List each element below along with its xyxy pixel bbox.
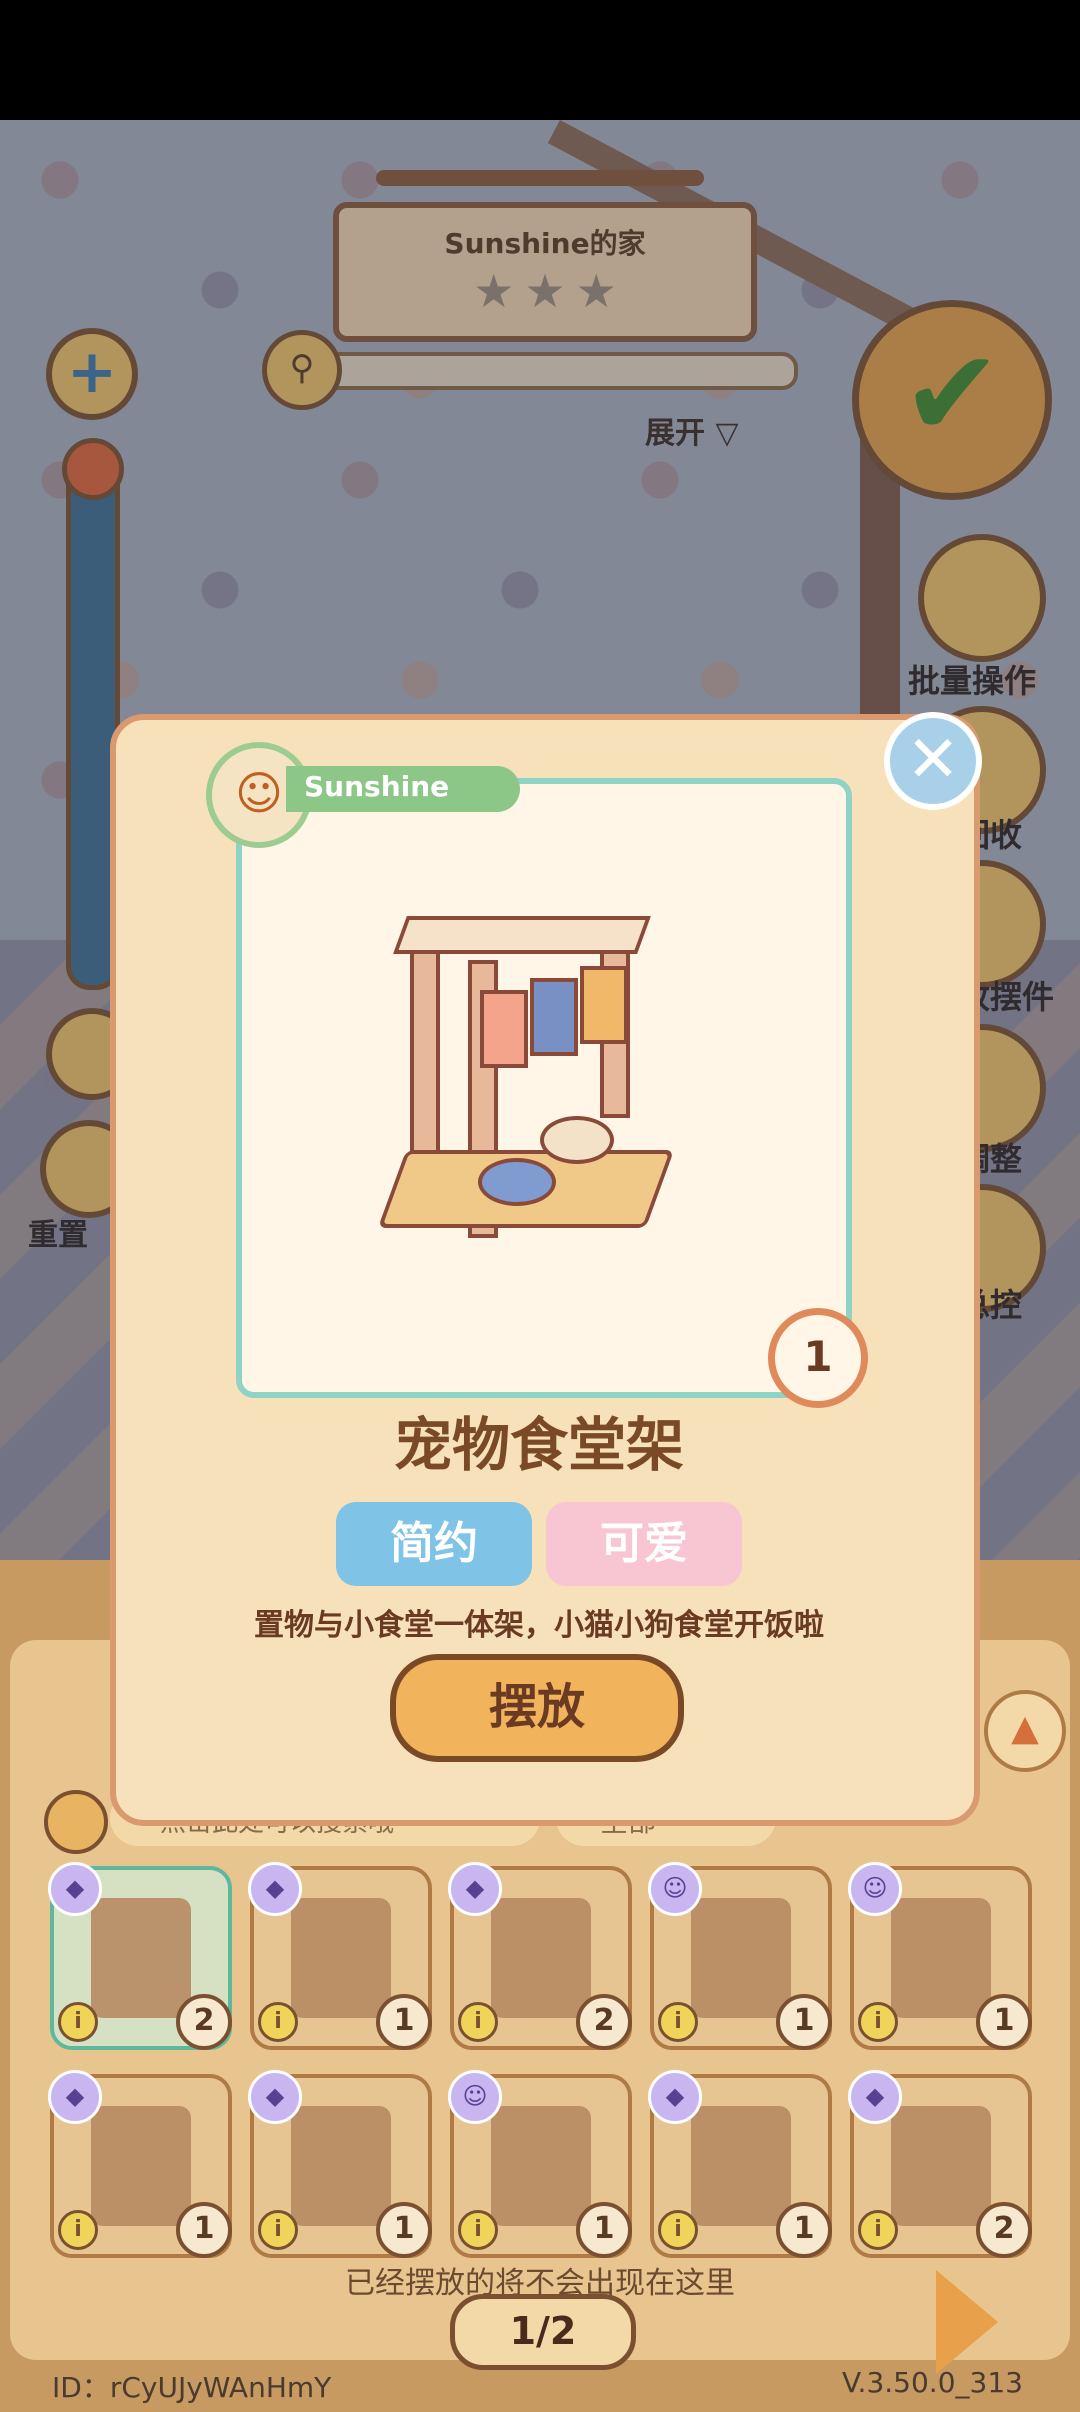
item-count: 1 — [176, 2202, 232, 2258]
inventory-item[interactable]: ☺ i 1 — [448, 2070, 632, 2258]
bone-banner — [530, 978, 578, 1056]
item-count: 1 — [376, 1994, 432, 2050]
item-count: 1 — [776, 1994, 832, 2050]
app-version: V.3.50.0_313 — [842, 2366, 1023, 2399]
inventory-grid: ◆ i 2 ◆ i 1 ◆ i 2 ☺ i 1 ☺ i 1 ◆ i 1 ◆ i 1 ☺ i 1 ◆ i 1 ◆ i 2 — [48, 1862, 1050, 2258]
pet-bowl — [540, 1116, 614, 1164]
place-button[interactable]: 摆放 — [390, 1654, 684, 1762]
info-icon[interactable]: i — [258, 2210, 298, 2250]
item-thumbnail — [91, 1898, 191, 2018]
item-thumbnail — [291, 2106, 391, 2226]
chevron-up-icon: ▲ — [1011, 1708, 1039, 1749]
info-icon[interactable]: i — [58, 2002, 98, 2042]
source-badge-icon: ◆ — [48, 2070, 102, 2124]
item-thumbnail — [891, 2106, 991, 2226]
source-badge-icon: ◆ — [248, 1862, 302, 1916]
paw-banner — [580, 966, 628, 1044]
info-icon[interactable]: i — [658, 2210, 698, 2250]
player-id: ID：rCyUJyWAnHmY — [52, 2371, 332, 2404]
item-thumbnail — [491, 1898, 591, 2018]
item-thumbnail — [691, 1898, 791, 2018]
info-icon[interactable]: i — [658, 2002, 698, 2042]
item-count: 2 — [176, 1994, 232, 2050]
sun-face-icon: ☺ — [235, 766, 283, 820]
next-page-arrow-icon[interactable] — [936, 2270, 998, 2374]
inventory-item[interactable]: ◆ i 1 — [48, 2070, 232, 2258]
sun-badge-icon: ☺ — [448, 2070, 502, 2124]
item-count: 1 — [576, 2202, 632, 2258]
item-description: 置物与小食堂一体架，小猫小狗食堂开饭啦 — [254, 1608, 824, 1643]
inventory-item[interactable]: ☺ i 1 — [848, 1862, 1032, 2050]
source-badge-icon: ◆ — [448, 1862, 502, 1916]
item-count: 2 — [576, 1994, 632, 2050]
owner-name: Sunshine — [304, 770, 450, 803]
source-badge-icon: ◆ — [48, 1862, 102, 1916]
inventory-item[interactable]: ◆ i 2 — [48, 1862, 232, 2050]
status-bar — [0, 0, 1080, 120]
shelf-top-board — [393, 916, 651, 954]
info-icon[interactable]: i — [858, 2210, 898, 2250]
cat-banner — [480, 990, 528, 1068]
item-count: 1 — [776, 2202, 832, 2258]
item-name: 宠物食堂架 — [393, 1411, 684, 1479]
item-count: 1 — [976, 1994, 1032, 2050]
item-thumbnail — [691, 2106, 791, 2226]
info-icon[interactable]: i — [858, 2002, 898, 2042]
inventory-item[interactable]: ◆ i 1 — [648, 2070, 832, 2258]
style-tag-cute: 可爱 — [546, 1502, 742, 1586]
inventory-item[interactable]: ☺ i 1 — [648, 1862, 832, 2050]
collapse-panel-button[interactable]: ▲ — [984, 1690, 1066, 1772]
inventory-item[interactable]: ◆ i 2 — [448, 1862, 632, 2050]
page-indicator: 1/2 — [450, 2294, 636, 2370]
item-thumbnail — [491, 2106, 591, 2226]
sun-badge-icon: ☺ — [848, 1862, 902, 1916]
inventory-item[interactable]: ◆ i 1 — [248, 1862, 432, 2050]
item-thumbnail — [291, 1898, 391, 2018]
info-icon[interactable]: i — [258, 2002, 298, 2042]
style-tag-simple: 简约 — [336, 1502, 532, 1586]
info-icon[interactable]: i — [58, 2210, 98, 2250]
item-count: 1 — [376, 2202, 432, 2258]
owned-quantity: 1 — [768, 1308, 868, 1408]
item-thumbnail — [91, 2106, 191, 2226]
info-icon[interactable]: i — [458, 2002, 498, 2042]
inventory-search-button[interactable] — [44, 1790, 108, 1854]
item-preview-frame — [236, 778, 852, 1398]
pet-bowl — [478, 1158, 556, 1206]
inventory-item[interactable]: ◆ i 1 — [248, 2070, 432, 2258]
item-thumbnail — [891, 1898, 991, 2018]
source-badge-icon: ◆ — [248, 2070, 302, 2124]
info-icon[interactable]: i — [458, 2210, 498, 2250]
sun-badge-icon: ☺ — [648, 1862, 702, 1916]
source-badge-icon: ◆ — [848, 2070, 902, 2124]
source-badge-icon: ◆ — [648, 2070, 702, 2124]
item-count: 2 — [976, 2202, 1032, 2258]
close-icon[interactable]: ✕ — [884, 712, 982, 810]
inventory-item[interactable]: ◆ i 2 — [848, 2070, 1032, 2258]
